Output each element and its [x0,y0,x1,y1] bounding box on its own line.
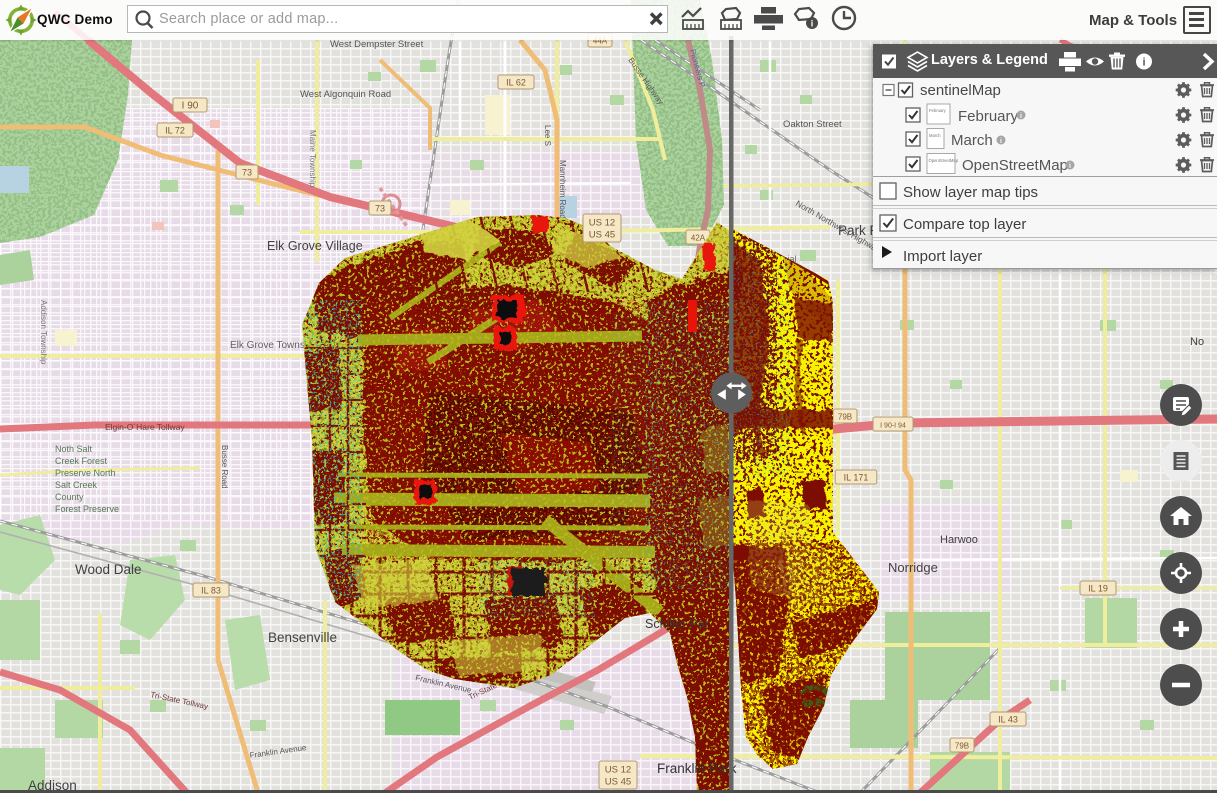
svg-text:Compare top layer: Compare top layer [903,216,1026,233]
svg-text:West Algonquin Road: West Algonquin Road [300,89,391,100]
svg-text:IL 171: IL 171 [844,473,869,483]
svg-text:Creek Forest: Creek Forest [55,456,108,466]
svg-text:Franklin Park: Franklin Park [657,761,737,776]
svg-text:Elgin-O´Hare Tollway: Elgin-O´Hare Tollway [105,422,185,432]
svg-text:Noth Salt: Noth Salt [55,444,93,454]
svg-text:Busse Road: Busse Road [220,445,229,489]
svg-text:i: i [1142,57,1145,69]
svg-text:US 45: US 45 [605,777,631,788]
svg-text:73: 73 [375,204,385,214]
svg-text:42A: 42A [691,234,706,243]
svg-text:IL 43: IL 43 [998,715,1018,725]
svg-text:Addison Township: Addison Township [39,300,48,365]
svg-text:Oakton Street: Oakton Street [783,119,842,130]
svg-text:sentinelMap: sentinelMap [920,82,1001,99]
svg-text:i: i [1069,163,1071,170]
svg-text:i: i [1020,113,1022,120]
svg-text:79B: 79B [838,413,852,422]
svg-text:Norridge: Norridge [888,560,938,575]
svg-text:US 12: US 12 [605,765,631,776]
svg-text:Wood Dale: Wood Dale [75,562,142,577]
svg-text:I 90: I 90 [182,101,199,112]
svg-text:I 90-I 94: I 90-I 94 [880,423,906,430]
svg-text:IL 72: IL 72 [165,126,185,136]
svg-text:Bensenville: Bensenville [268,630,337,645]
svg-text:Mannheim Road: Mannheim Road [558,160,567,219]
svg-text:Show layer map tips: Show layer map tips [903,184,1038,201]
svg-text:IL 19: IL 19 [1088,584,1108,594]
svg-text:February: February [958,108,1019,125]
svg-text:Maine Township: Maine Township [308,130,317,188]
svg-text:Harwoo: Harwoo [940,534,978,546]
svg-text:IL 62: IL 62 [506,78,526,88]
svg-text:Forest Preserve: Forest Preserve [55,504,119,514]
svg-text:IL 83: IL 83 [201,586,221,596]
svg-text:US 12: US 12 [589,218,615,229]
svg-text:County: County [55,492,84,502]
svg-text:i: i [1000,138,1002,145]
svg-text:Import layer: Import layer [903,248,982,265]
svg-text:West Dempster Street: West Dempster Street [330,39,424,50]
svg-text:OpenStreetMap: OpenStreetMap [962,157,1068,174]
svg-text:Elk Grove Townshi: Elk Grove Townshi [230,340,313,351]
svg-text:OpenStreetMap: OpenStreetMap [929,158,959,163]
svg-text:Elk Grove Village: Elk Grove Village [267,239,363,253]
svg-text:Schiller Par: Schiller Par [645,617,709,631]
svg-text:US 45: US 45 [589,230,615,241]
svg-text:Preserve North: Preserve North [55,468,116,478]
svg-text:Lee S: Lee S [543,125,552,146]
svg-text:No: No [1190,336,1204,348]
svg-text:73: 73 [242,168,252,178]
svg-text:February: February [929,108,947,113]
svg-text:March: March [951,132,993,149]
svg-text:Salt Creek: Salt Creek [55,480,98,490]
svg-text:79B: 79B [955,742,969,751]
svg-text:i: i [811,19,814,29]
svg-text:March: March [929,133,941,138]
